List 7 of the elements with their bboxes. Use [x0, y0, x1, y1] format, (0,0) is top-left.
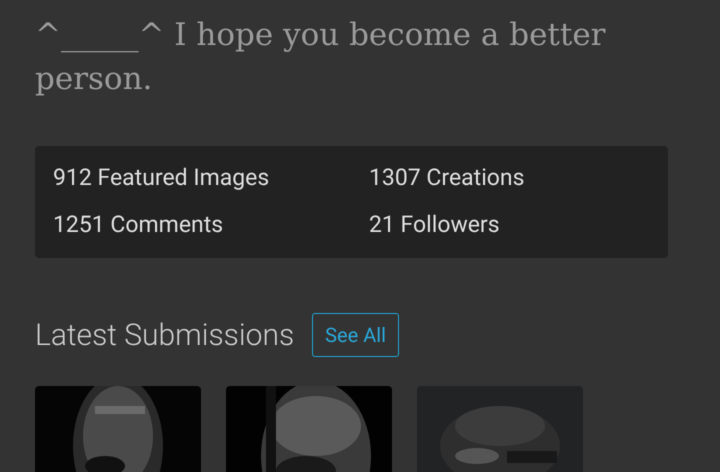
bio-text: ^_____^ I hope you become a better person.: [35, 16, 606, 99]
stat-label: 912 Featured Images: [53, 164, 270, 191]
section-heading: Latest Submissions: [35, 318, 294, 352]
stat-label: 1307 Creations: [369, 164, 526, 191]
see-all-button[interactable]: See All: [312, 313, 399, 357]
stat-label: 1251 Comments: [53, 211, 224, 238]
stat-label: 21 Followers: [369, 211, 501, 238]
